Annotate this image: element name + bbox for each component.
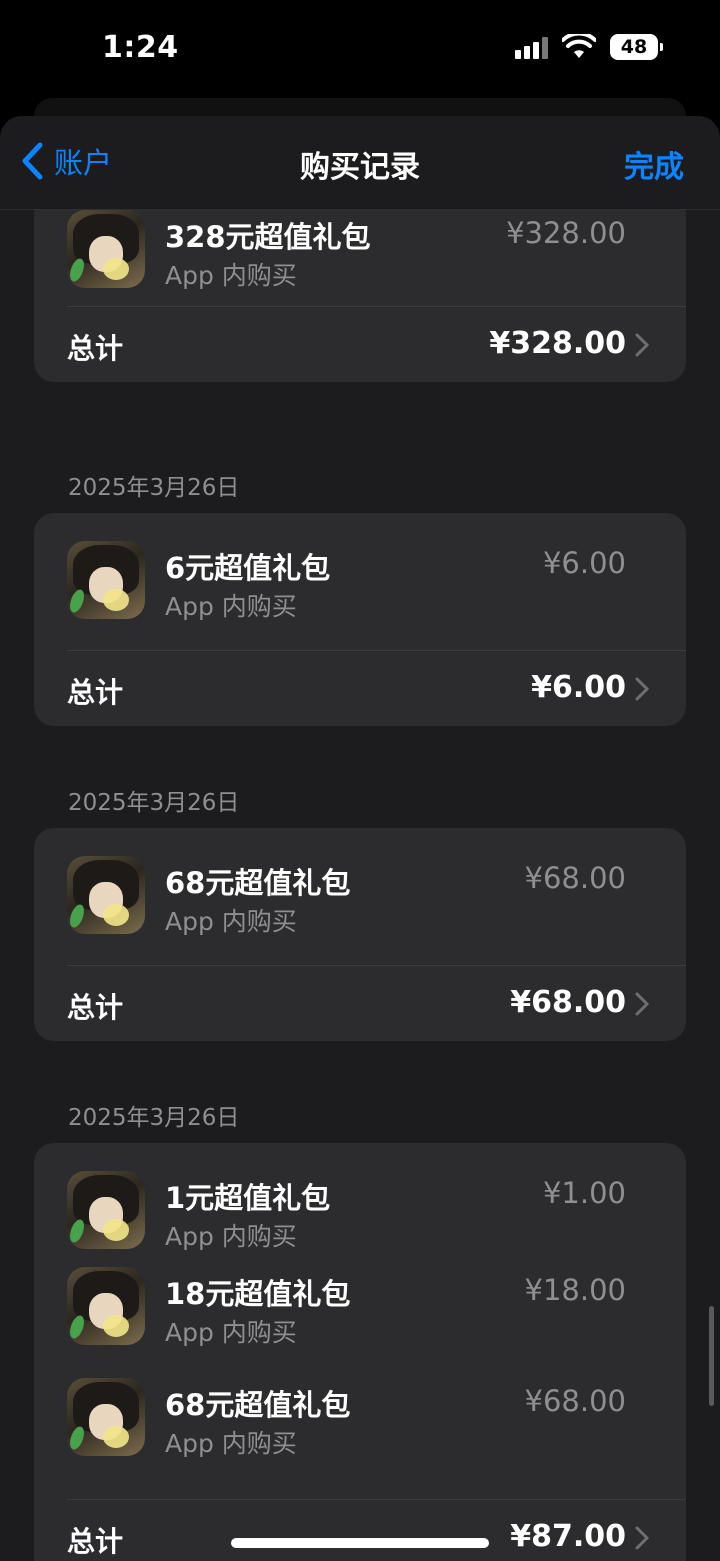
item-type: App 内购买: [165, 907, 297, 936]
total-row[interactable]: 总计 ¥68.00: [67, 965, 686, 1041]
home-indicator[interactable]: [231, 1538, 489, 1548]
total-label: 总计: [67, 1525, 124, 1558]
item-price: ¥6.00: [542, 546, 626, 580]
purchase-card: 6元超值礼包 App 内购买 ¥6.00 总计 ¥6.00: [34, 513, 686, 726]
date-header: 2025年3月26日: [68, 475, 240, 501]
purchase-item[interactable]: 328元超值礼包 App 内购买 ¥328.00: [34, 196, 686, 306]
item-type: App 内购买: [165, 1222, 297, 1251]
total-amount: ¥6.00: [531, 670, 626, 705]
app-icon: [67, 856, 145, 934]
chevron-right-icon: [635, 1526, 650, 1550]
battery-icon: 48: [610, 34, 663, 60]
chevron-right-icon: [635, 677, 650, 701]
item-price: ¥68.00: [524, 861, 626, 895]
item-type: App 内购买: [165, 1429, 297, 1458]
item-price: ¥18.00: [524, 1273, 626, 1307]
item-price: ¥68.00: [524, 1384, 626, 1418]
nav-bar: 账户 购买记录 完成: [0, 116, 720, 210]
item-name: 6元超值礼包: [165, 551, 331, 585]
total-label: 总计: [67, 991, 124, 1024]
chevron-right-icon: [635, 333, 650, 357]
purchase-card: 1元超值礼包 App 内购买 ¥1.00 18元超值礼包 App 内购买 ¥18…: [34, 1143, 686, 1561]
total-amount: ¥87.00: [510, 1519, 626, 1554]
total-label: 总计: [67, 676, 124, 709]
date-header: 2025年3月26日: [68, 1105, 240, 1131]
purchase-card: 68元超值礼包 App 内购买 ¥68.00 总计 ¥68.00: [34, 828, 686, 1041]
item-type: App 内购买: [165, 592, 297, 621]
item-price: ¥1.00: [542, 1176, 626, 1210]
purchase-card: 328元超值礼包 App 内购买 ¥328.00 总计 ¥328.00: [34, 210, 686, 382]
item-price: ¥328.00: [506, 216, 626, 250]
item-name: 1元超值礼包: [165, 1181, 331, 1215]
item-name: 18元超值礼包: [165, 1277, 351, 1311]
item-name: 68元超值礼包: [165, 1388, 351, 1422]
app-icon: [67, 541, 145, 619]
status-bar: 1:24 48: [0, 0, 720, 100]
app-icon: [67, 1267, 145, 1345]
status-time: 1:24: [102, 30, 179, 65]
app-icon: [67, 1171, 145, 1249]
total-amount: ¥68.00: [510, 985, 626, 1020]
item-name: 68元超值礼包: [165, 866, 351, 900]
total-label: 总计: [67, 332, 124, 365]
item-name: 328元超值礼包: [165, 220, 371, 254]
item-type: App 内购买: [165, 261, 297, 290]
chevron-right-icon: [635, 992, 650, 1016]
total-row[interactable]: 总计 ¥328.00: [67, 306, 686, 382]
purchase-item[interactable]: 6元超值礼包 App 内购买 ¥6.00: [34, 513, 686, 650]
app-icon: [67, 210, 145, 288]
status-icons: 48: [515, 34, 663, 60]
purchase-item[interactable]: 68元超值礼包 App 内购买 ¥68.00: [34, 1364, 686, 1499]
total-row[interactable]: 总计 ¥87.00: [67, 1499, 686, 1561]
purchase-item[interactable]: 18元超值礼包 App 内购买 ¥18.00: [34, 1253, 686, 1364]
item-type: App 内购买: [165, 1318, 297, 1347]
date-header: 2025年3月26日: [68, 790, 240, 816]
done-button[interactable]: 完成: [624, 142, 684, 186]
total-row[interactable]: 总计 ¥6.00: [67, 650, 686, 726]
purchase-item[interactable]: 68元超值礼包 App 内购买 ¥68.00: [34, 828, 686, 965]
purchase-history-sheet: 账户 购买记录 完成 328元超值礼包 App 内购买 ¥328.00 总计 ¥…: [0, 116, 720, 1561]
scrollbar[interactable]: [709, 1306, 714, 1406]
cellular-signal-icon: [515, 35, 548, 59]
wifi-icon: [562, 34, 596, 58]
page-title: 购买记录: [300, 150, 420, 185]
total-amount: ¥328.00: [489, 326, 626, 361]
app-icon: [67, 1378, 145, 1456]
